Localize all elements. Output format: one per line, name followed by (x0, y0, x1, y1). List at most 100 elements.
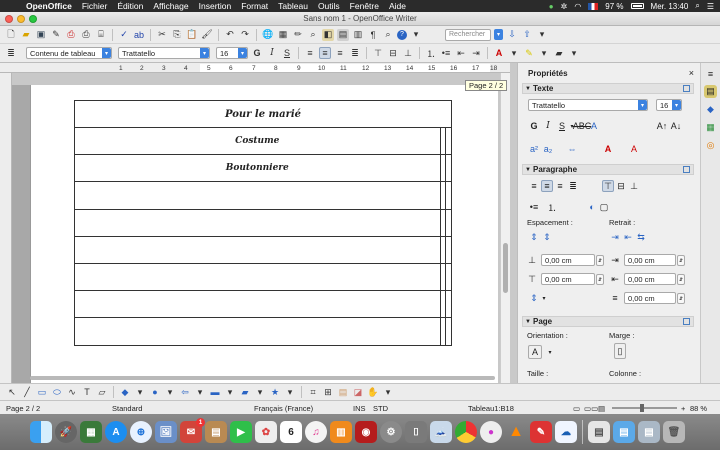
facetime-icon[interactable]: ▶ (230, 421, 252, 443)
ellipse-icon[interactable]: ⬭ (51, 386, 63, 398)
font-size-select[interactable]: 16 ▾ (216, 47, 248, 59)
menu-format[interactable]: Format (236, 1, 273, 11)
block-arrows-dropdown-icon[interactable]: ▾ (194, 386, 206, 398)
table-title-cell[interactable]: Pour le marié (74, 100, 452, 128)
stars-dropdown-icon[interactable]: ▾ (284, 386, 296, 398)
flag-fr-icon[interactable] (588, 2, 599, 10)
strikethrough-icon[interactable]: ABC (573, 120, 592, 132)
italic-button[interactable]: I (266, 47, 278, 59)
more-options-icon[interactable] (683, 166, 690, 173)
line-spacing-dropdown-icon[interactable]: ▾ (538, 292, 550, 304)
indent-increase-icon[interactable]: ⇥ (609, 231, 621, 243)
table-cell[interactable] (74, 290, 441, 319)
table-cell[interactable] (445, 208, 452, 237)
two-page-view-icon[interactable]: ▭▭ (584, 404, 598, 413)
iphoto-icon[interactable]: 🗻 (430, 421, 452, 443)
sidebar-valign-center-icon[interactable]: ⊟ (615, 180, 627, 192)
styles-formatting-icon[interactable]: ≣ (5, 47, 17, 59)
zoom-slider[interactable] (612, 404, 677, 412)
section-paragraphe[interactable]: ▼ Paragraphe (522, 164, 694, 175)
sidebar-align-left-icon[interactable]: ≡ (528, 180, 540, 192)
table-cell[interactable] (445, 126, 452, 156)
spinner-icon[interactable]: ⇵ (596, 274, 604, 285)
sidebar-border-icon[interactable]: ▢ (598, 201, 610, 213)
battery-icon[interactable] (630, 3, 644, 9)
status-page[interactable]: Page 2 / 2 (6, 404, 40, 413)
increase-indent-icon[interactable]: ⇥ (470, 47, 482, 59)
paste-icon[interactable]: 📋 (186, 29, 198, 41)
find-next-icon[interactable]: ⇩ (506, 29, 518, 41)
sidebar-paragraph-bg-icon[interactable]: ◐ (586, 201, 598, 213)
menu-fichier[interactable]: Fichier (77, 1, 113, 11)
points-icon[interactable]: ⌗ (307, 386, 319, 398)
vertical-scrollbar-thumb[interactable] (503, 243, 508, 293)
find-replace-icon[interactable]: ⌕ (307, 29, 319, 41)
spinner-icon[interactable]: ⇵ (677, 255, 685, 266)
preview-icon[interactable]: 🖼 (155, 421, 177, 443)
chrome-icon[interactable] (455, 421, 477, 443)
find-previous-icon[interactable]: ⇧ (521, 29, 533, 41)
vertical-align-bottom-icon[interactable]: ⊥ (402, 47, 414, 59)
toolbar-options-icon[interactable]: ▾ (410, 29, 422, 41)
zoom-slider-knob[interactable] (640, 404, 644, 412)
first-line-field[interactable]: 0,00 cm ⇵ (624, 292, 685, 304)
document-icon[interactable]: ▤ (588, 421, 610, 443)
spinner-icon[interactable]: ⇵ (596, 255, 604, 266)
highlighting-dropdown-icon[interactable]: ▾ (538, 47, 550, 59)
table-cell[interactable]: Costume (74, 126, 441, 156)
stars-icon[interactable]: ★ (269, 386, 281, 398)
green-status-icon[interactable]: ● (549, 2, 554, 11)
menu-aide[interactable]: Aide (384, 1, 411, 11)
mission-control-icon[interactable]: ▦ (80, 421, 102, 443)
notification-list-icon[interactable]: ☰ (707, 2, 714, 11)
table-cell[interactable] (74, 181, 441, 210)
background-color-icon[interactable]: ▰ (553, 47, 565, 59)
more-options-icon[interactable] (683, 318, 690, 325)
more-drawing-icon[interactable]: ✋ (367, 386, 379, 398)
help-icon[interactable]: ? (397, 29, 407, 40)
sidebar-bold-button[interactable]: G (528, 120, 540, 132)
properties-tab-icon[interactable]: ▤ (704, 85, 717, 98)
flowchart-icon[interactable]: ▬ (209, 386, 221, 398)
contacts-icon[interactable]: ✉ 1 (180, 418, 205, 443)
table-cell[interactable] (74, 208, 441, 237)
calendar-icon[interactable]: 6 (280, 421, 302, 443)
highlight-color-icon[interactable]: A (628, 143, 640, 155)
spellcheck-icon[interactable]: ✓ (118, 29, 130, 41)
basic-shapes-dropdown-icon[interactable]: ▾ (134, 386, 146, 398)
sidebar-bullets-icon[interactable]: •≡ (528, 201, 540, 213)
status-page-style[interactable]: Standard (112, 404, 142, 413)
rail-menu-icon[interactable]: ≡ (704, 67, 717, 80)
menu-tableau[interactable]: Tableau (273, 1, 313, 11)
status-insert-mode[interactable]: INS (353, 404, 366, 413)
navigator-icon[interactable]: ◧ (322, 28, 334, 41)
highlighting-icon[interactable]: ✎ (523, 47, 535, 59)
menu-edition[interactable]: Édition (112, 1, 148, 11)
sidebar-italic-button[interactable]: I (542, 120, 554, 132)
zoom-level[interactable]: 88 % (690, 404, 707, 413)
symbol-shapes-dropdown-icon[interactable]: ▾ (164, 386, 176, 398)
table-cell[interactable] (445, 235, 452, 264)
nonprinting-chars-icon[interactable]: ¶ (367, 29, 379, 41)
horizontal-ruler[interactable]: 1 2 3 4 5 6 7 8 9 10 11 12 13 14 15 16 1… (0, 63, 510, 73)
screenshot-stack-icon[interactable]: ▤ (638, 421, 660, 443)
hyperlink-icon[interactable]: 🌐 (262, 29, 274, 41)
sketchbook-icon[interactable]: ✎ (530, 421, 552, 443)
openoffice-icon[interactable]: ☁ (555, 421, 577, 443)
table-cell[interactable] (445, 262, 452, 292)
margin-icon[interactable]: ▯ (614, 343, 626, 359)
font-name-select[interactable]: Trattatello ▾ (118, 47, 210, 59)
freeform-icon[interactable]: ∿ (66, 386, 78, 398)
new-document-icon[interactable]: 🗋 (5, 29, 17, 41)
horizontal-scrollbar-thumb[interactable] (30, 376, 495, 380)
chevron-down-icon[interactable]: ▾ (102, 48, 111, 58)
horizontal-scrollbar[interactable] (30, 374, 500, 382)
zoom-icon[interactable]: ⌕ (382, 29, 394, 41)
print-preview-icon[interactable]: ⌸ (95, 29, 107, 41)
table-cell[interactable]: Boutonniere (74, 154, 441, 183)
gallery-tab-icon[interactable]: ▦ (704, 121, 717, 134)
paragraph-style-select[interactable]: Contenu de tableau ▾ (26, 47, 112, 59)
search-input[interactable]: Rechercher (445, 28, 491, 41)
sidebar-valign-top-icon[interactable]: ⊤ (602, 180, 614, 192)
sidebar-valign-bottom-icon[interactable]: ⊥ (628, 180, 640, 192)
